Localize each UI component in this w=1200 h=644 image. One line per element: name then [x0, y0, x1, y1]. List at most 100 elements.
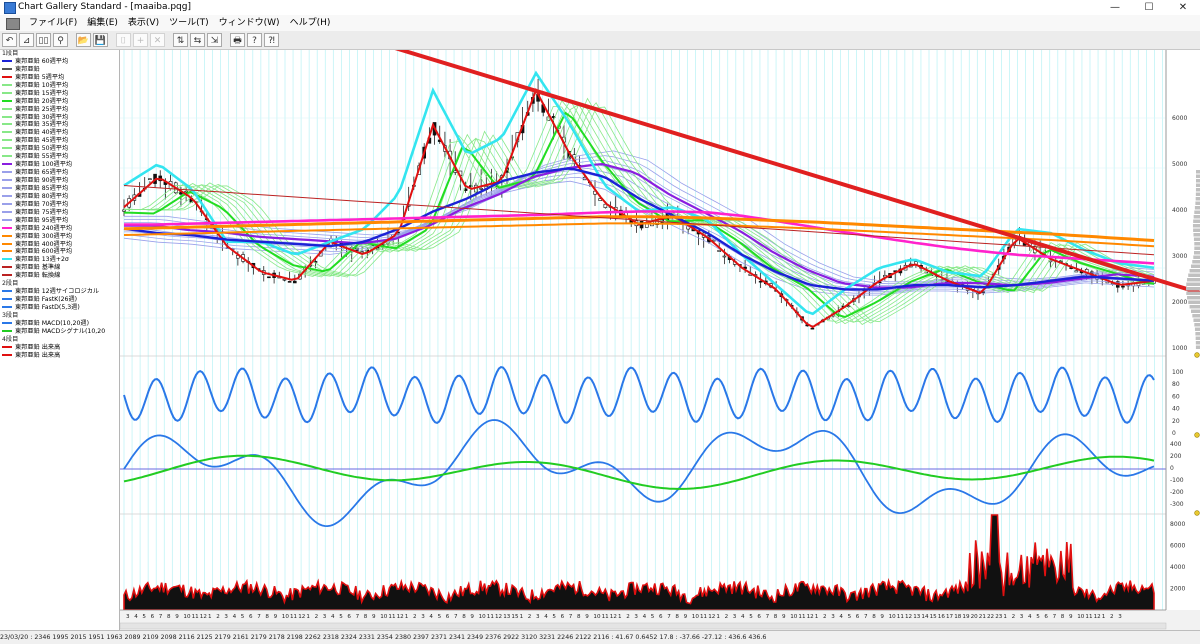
x-tick-label: 11	[1085, 614, 1093, 620]
horizontal-scrollbar[interactable]	[119, 622, 1167, 630]
minimize-button[interactable]: —	[1098, 0, 1132, 15]
split-view-button[interactable]: ▯▯	[36, 33, 51, 47]
menu-help[interactable]: ヘルプ(H)	[285, 15, 336, 31]
open-file-button[interactable]: 📂	[76, 33, 91, 47]
legend-item[interactable]: 東邦亜鉛 12週サイコロジカル	[0, 288, 119, 296]
legend-item[interactable]: 東邦亜鉛 MACDシグナル(10,20	[0, 328, 119, 336]
legend-item[interactable]: 東邦亜鉛 転換線	[0, 272, 119, 280]
legend-label: 東邦亜鉛 5週平均	[15, 73, 65, 81]
undo-button[interactable]: ↶	[2, 33, 17, 47]
volume-profile-bar	[1193, 228, 1200, 232]
x-tick-label: 7	[159, 614, 163, 620]
volume-profile-bar	[1188, 300, 1200, 304]
legend-item[interactable]: 東邦亜鉛 80週平均	[0, 193, 119, 201]
volume-profile-bar	[1193, 233, 1200, 237]
legend-label: 東邦亜鉛 60週平均	[15, 57, 69, 65]
legend-item[interactable]: 東邦亜鉛 10週平均	[0, 82, 119, 90]
stock-chart[interactable]: 6000500040003000200010001008060402004002…	[119, 39, 1200, 630]
legend-item[interactable]: 東邦亜鉛 90週平均	[0, 177, 119, 185]
save-button[interactable]: 💾	[93, 33, 108, 47]
x-tick-label: 11	[798, 614, 806, 620]
legend-swatch	[2, 353, 12, 356]
legend-label: 東邦亜鉛 20週平均	[15, 97, 69, 105]
legend-swatch	[2, 186, 12, 189]
legend-item[interactable]: 東邦亜鉛 FastD(5,3週)	[0, 304, 119, 312]
add-button[interactable]: +	[133, 33, 148, 47]
legend-swatch	[2, 345, 12, 348]
legend-item[interactable]: 東邦亜鉛 5週平均	[0, 74, 119, 82]
legend-item[interactable]: 東邦亜鉛 75週平均	[0, 209, 119, 217]
swap-button[interactable]: ⇆	[190, 33, 205, 47]
x-tick-label: 7	[667, 614, 671, 620]
legend-item[interactable]: 東邦亜鉛 20週平均	[0, 98, 119, 106]
menu-tools[interactable]: ツール(T)	[164, 15, 214, 31]
x-tick-label: 8	[265, 614, 269, 620]
legend-label: 東邦亜鉛 MACD(10,20週)	[15, 319, 89, 327]
legend-item[interactable]: 東邦亜鉛 70週平均	[0, 201, 119, 209]
legend-item[interactable]: 東邦亜鉛 MACD(10,20週)	[0, 320, 119, 328]
legend-item[interactable]: 東邦亜鉛 出来高	[0, 352, 119, 360]
oscillator-tick-label: 40	[1172, 406, 1180, 413]
legend-item[interactable]: 東邦亜鉛 50週平均	[0, 145, 119, 153]
close-button[interactable]: ✕	[1166, 0, 1200, 15]
volume-profile-bar	[1186, 287, 1200, 291]
price-tick-label: 4000	[1172, 207, 1187, 214]
x-tick-label: 13	[913, 614, 921, 620]
volume-tick-label: 2000	[1170, 586, 1185, 593]
status-bar: 23/03/20 : 2346 1995 2015 1951 1963 2089…	[0, 630, 1200, 644]
legend-item[interactable]: 東邦亜鉛 FastK(26週)	[0, 296, 119, 304]
menu-file[interactable]: ファイル(F)	[24, 15, 82, 31]
volume-profile-bar	[1191, 309, 1200, 313]
copy-button[interactable]: ⌷	[116, 33, 131, 47]
legend-item[interactable]: 東邦亜鉛 95週平均	[0, 217, 119, 225]
x-tick-label: 1	[815, 614, 819, 620]
macd-tick-label: 200	[1170, 453, 1182, 460]
sort-button[interactable]: ⇅	[173, 33, 188, 47]
x-tick-label: 7	[257, 614, 261, 620]
menu-window[interactable]: ウィンドウ(W)	[214, 15, 285, 31]
legend-label: 東邦亜鉛 40週平均	[15, 129, 69, 137]
legend-item[interactable]: 東邦亜鉛 出来高	[0, 344, 119, 352]
x-tick-label: 10	[479, 614, 487, 620]
legend-swatch	[2, 274, 12, 277]
volume-profile-bar	[1193, 318, 1200, 322]
legend-item[interactable]: 東邦亜鉛 15週平均	[0, 90, 119, 98]
menu-edit[interactable]: 編集(E)	[82, 15, 123, 31]
legend-item[interactable]: 東邦亜鉛	[0, 66, 119, 74]
legend-item[interactable]: 東邦亜鉛 100週平均	[0, 161, 119, 169]
legend-label: 東邦亜鉛 30週平均	[15, 113, 69, 121]
x-tick-label: 5	[241, 614, 245, 620]
legend-item[interactable]: 東邦亜鉛 55週平均	[0, 153, 119, 161]
x-tick-label: 11	[388, 614, 396, 620]
maximize-button[interactable]: ☐	[1132, 0, 1166, 15]
delete-button[interactable]: ✕	[150, 33, 165, 47]
legend-swatch	[2, 298, 12, 301]
legend-swatch	[2, 258, 12, 261]
legend-item[interactable]: 東邦亜鉛 85週平均	[0, 185, 119, 193]
price-tick-label: 3000	[1172, 253, 1187, 260]
x-tick-label: 7	[864, 614, 868, 620]
x-tick-label: 2	[413, 614, 417, 620]
window-title: Chart Gallery Standard - [maaiba.pqg]	[18, 2, 191, 12]
draw-line-button[interactable]: ⊿	[19, 33, 34, 47]
legend-item[interactable]: 東邦亜鉛 65週平均	[0, 169, 119, 177]
volume-profile-bar	[1195, 345, 1200, 349]
x-tick-label: 1	[1003, 614, 1007, 620]
x-tick-label: 1	[306, 614, 310, 620]
context-help-button[interactable]: ⁈	[264, 33, 279, 47]
x-tick-label: 6	[249, 614, 253, 620]
x-tick-label: 7	[356, 614, 360, 620]
help-button[interactable]: ?	[247, 33, 262, 47]
document-icon[interactable]	[6, 18, 20, 30]
legend-label: 東邦亜鉛 転換線	[15, 272, 61, 280]
menu-view[interactable]: 表示(V)	[123, 15, 164, 31]
export-button[interactable]: ⇲	[207, 33, 222, 47]
legend-item[interactable]: 東邦亜鉛 60週平均	[0, 58, 119, 66]
search-button[interactable]: ⚲	[53, 33, 68, 47]
print-button[interactable]: 🖶	[230, 33, 245, 47]
legend-item[interactable]: 東邦亜鉛 300週平均	[0, 233, 119, 241]
x-tick-label: 18	[954, 614, 962, 620]
legend-item[interactable]: 東邦亜鉛 240週平均	[0, 225, 119, 233]
legend-label: 東邦亜鉛 25週平均	[15, 105, 69, 113]
legend-item[interactable]: 東邦亜鉛 25週平均	[0, 106, 119, 114]
